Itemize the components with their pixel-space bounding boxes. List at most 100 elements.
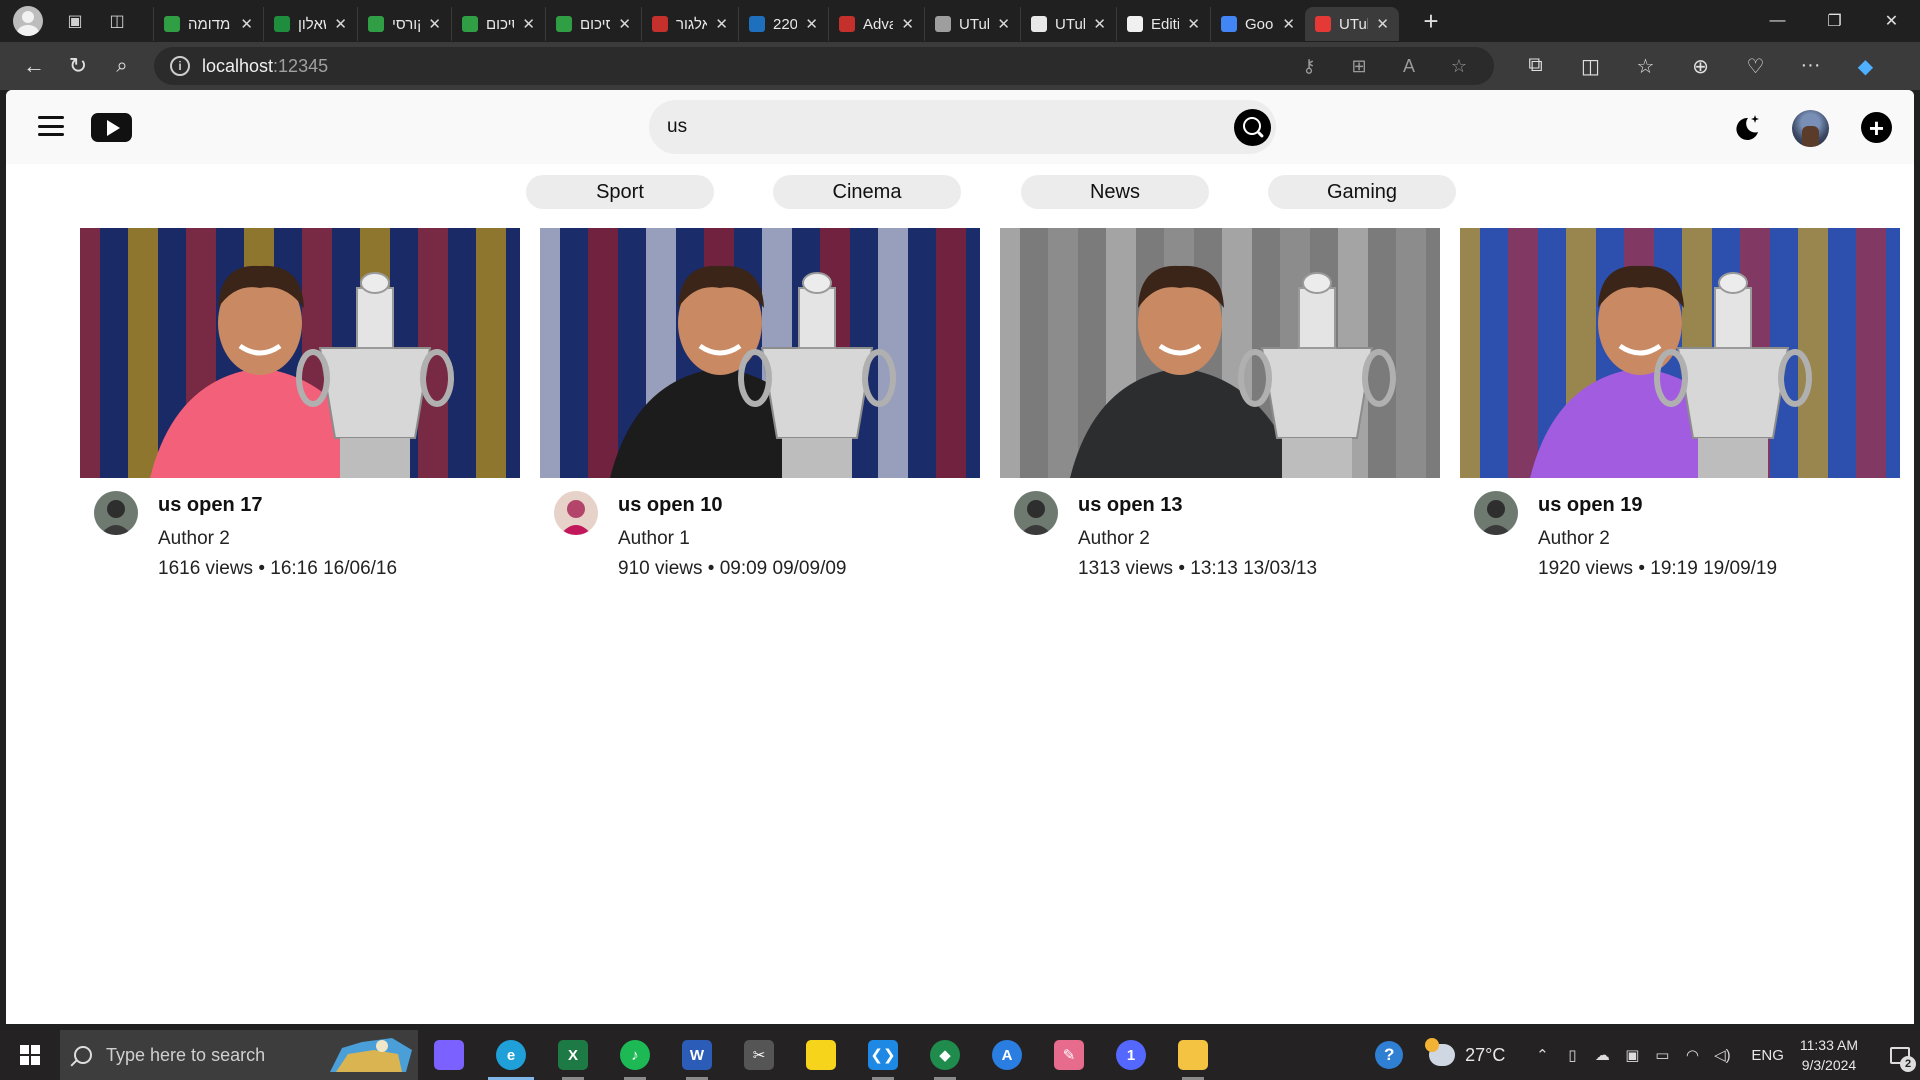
tab-close-icon[interactable]: ✕ [428,15,441,33]
taskbar-app-file-explorer[interactable] [1162,1030,1224,1080]
read-aloud-icon[interactable]: A [1384,56,1434,77]
battery-icon[interactable]: ▭ [1647,1046,1677,1064]
taskbar-search[interactable]: Type here to search [60,1030,418,1080]
extensions-icon[interactable]: ⧉ [1508,54,1563,79]
taskbar-app-edge[interactable]: e [480,1030,542,1080]
video-card[interactable]: us open 19 Author 2 1920 views • 19:19 19/… [1460,228,1900,579]
taskbar-app-mongodb[interactable]: ◆ [914,1030,976,1080]
help-icon[interactable]: ? [1375,1041,1404,1069]
app-available-icon[interactable]: ⊞ [1334,56,1384,77]
taskbar-app-app-store[interactable]: A [976,1030,1038,1080]
browser-tab[interactable]: UTub ✕ [1305,7,1399,41]
restore-icon[interactable]: ❐ [1806,0,1863,42]
browser-essentials-icon[interactable]: ♡ [1728,54,1783,79]
close-window-icon[interactable]: ✕ [1863,0,1920,42]
tab-close-icon[interactable]: ✕ [901,15,914,33]
browser-tab[interactable]: מדומה ✕ [153,7,263,41]
split-screen-icon[interactable]: ◫ [1563,54,1618,79]
onedrive-icon[interactable]: ☁ [1587,1046,1617,1064]
weather-widget[interactable]: 27°C [1425,1038,1505,1066]
video-title[interactable]: us open 19 [1538,494,1642,517]
tab-close-icon[interactable]: ✕ [334,15,347,33]
browser-tab[interactable]: סיכום ✕ [451,7,545,41]
tab-close-icon[interactable]: ✕ [1376,15,1389,33]
notification-center-icon[interactable]: 2 [1880,1030,1920,1080]
volume-icon[interactable]: ◁) [1707,1046,1737,1064]
category-chip[interactable]: Cinema [773,175,961,209]
tab-close-icon[interactable]: ✕ [997,15,1010,33]
profile-avatar-icon[interactable] [13,6,43,36]
tab-close-icon[interactable]: ✕ [240,15,253,33]
category-chip[interactable]: Gaming [1268,175,1456,209]
channel-avatar[interactable] [94,491,138,535]
category-chip[interactable]: News [1021,175,1209,209]
browser-tab[interactable]: Goog ✕ [1210,7,1305,41]
more-menu-icon[interactable]: ··· [1783,54,1838,79]
add-video-button[interactable]: + [1861,112,1892,143]
browser-tab[interactable]: 22022 ✕ [738,7,828,41]
refresh-icon[interactable]: ↻ [58,48,98,84]
youtube-logo-icon[interactable] [91,113,132,142]
device-icon[interactable]: ▯ [1557,1046,1587,1064]
favorite-star-icon[interactable]: ☆ [1434,56,1484,77]
new-tab-button[interactable]: + [1413,6,1449,37]
channel-avatar[interactable] [1474,491,1518,535]
video-title[interactable]: us open 17 [158,494,262,517]
browser-tab[interactable]: UTub ✕ [924,7,1020,41]
site-info-icon[interactable]: i [170,56,190,76]
chevron-up-icon[interactable]: ⌃ [1527,1046,1557,1064]
start-button[interactable] [0,1030,60,1080]
tab-close-icon[interactable]: ✕ [805,15,818,33]
video-card[interactable]: us open 10 Author 1 910 views • 09:09 09/0… [540,228,980,579]
browser-tab[interactable]: סיכום ✕ [545,7,641,41]
taskbar-app-paint[interactable]: ✎ [1038,1030,1100,1080]
video-thumbnail[interactable] [1000,228,1440,478]
taskbar-app-snipping[interactable]: ✂ [728,1030,790,1080]
language-indicator[interactable]: ENG [1751,1047,1784,1064]
collections-icon[interactable]: ⊕ [1673,54,1728,79]
taskbar-app-spotify[interactable]: ♪ [604,1030,666,1080]
category-chip[interactable]: Sport [526,175,714,209]
vertical-tabs-icon[interactable]: ◫ [99,5,135,37]
search-input[interactable] [667,100,1187,154]
copilot-icon[interactable]: ◆ [1838,54,1893,79]
workspaces-icon[interactable]: ▣ [57,5,93,37]
channel-avatar[interactable] [1014,491,1058,535]
key-icon[interactable]: ⚷ [1284,56,1334,77]
taskbar-app-word[interactable]: W [666,1030,728,1080]
wifi-icon[interactable]: ◠ [1677,1046,1707,1064]
taskbar-app-excel[interactable]: X [542,1030,604,1080]
browser-tab[interactable]: אלגור ✕ [641,7,738,41]
video-thumbnail[interactable] [80,228,520,478]
video-title[interactable]: us open 13 [1078,494,1182,517]
dark-mode-moon-icon[interactable] [1731,113,1761,143]
back-icon[interactable]: ← [14,48,54,84]
tab-close-icon[interactable]: ✕ [1187,15,1200,33]
search-button-icon[interactable] [1234,109,1271,146]
browser-tab[interactable]: Editin ✕ [1116,7,1210,41]
video-thumbnail[interactable] [540,228,980,478]
user-avatar[interactable] [1792,110,1829,147]
favorites-icon[interactable]: ☆ [1618,54,1673,79]
video-title[interactable]: us open 10 [618,494,722,517]
browser-tab[interactable]: קורסי ✕ [357,7,451,41]
taskbar-app-vscode[interactable]: ❮❯ [852,1030,914,1080]
video-card[interactable]: us open 13 Author 2 1313 views • 13:13 13/… [1000,228,1440,579]
video-thumbnail[interactable] [1460,228,1900,478]
tab-close-icon[interactable]: ✕ [618,15,631,33]
video-card[interactable]: us open 17 Author 2 1616 views • 16:16 16/… [80,228,520,579]
channel-avatar[interactable] [554,491,598,535]
taskbar-app-sticky-notes[interactable] [790,1030,852,1080]
search-icon[interactable]: ⌕ [102,48,142,84]
tab-close-icon[interactable]: ✕ [522,15,535,33]
display-icon[interactable]: ▣ [1617,1046,1647,1064]
clock[interactable]: 11:33 AM 9/3/2024 [1800,1035,1858,1075]
tab-close-icon[interactable]: ✕ [1093,15,1106,33]
taskbar-app-copilot[interactable] [418,1030,480,1080]
browser-tab[interactable]: שאלון ✕ [263,7,357,41]
browser-tab[interactable]: Advar ✕ [828,7,924,41]
menu-icon[interactable] [38,116,64,136]
minimize-icon[interactable]: — [1749,0,1806,42]
tab-close-icon[interactable]: ✕ [1282,15,1295,33]
url-field[interactable]: i localhost:12345 ⚷ ⊞ A ☆ [154,47,1494,85]
